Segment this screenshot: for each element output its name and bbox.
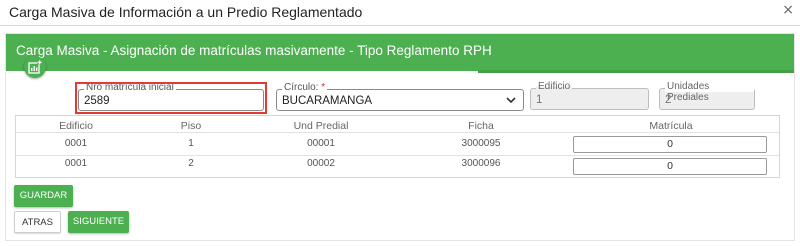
guardar-button[interactable]: GUARDAR — [14, 185, 73, 207]
matricula-input[interactable]: 0 — [573, 158, 767, 175]
header-progress-bar — [478, 70, 794, 73]
dialog: Carga Masiva de Información a un Predio … — [0, 0, 800, 246]
title-divider — [0, 25, 800, 26]
cell-ficha: 3000095 — [461, 138, 501, 149]
header-divider — [16, 132, 779, 133]
row-divider — [16, 155, 779, 156]
circulo-label: Círculo: * — [282, 82, 328, 93]
cell-piso: 1 — [188, 138, 194, 149]
required-mark: * — [321, 82, 326, 93]
chart-add-icon[interactable] — [24, 56, 46, 78]
close-icon[interactable]: × — [782, 2, 794, 18]
panel-header: Carga Masiva - Asignación de matrículas … — [6, 34, 794, 71]
col-header-matricula: Matrícula — [649, 120, 693, 132]
cell-piso: 2 — [188, 158, 194, 169]
circulo-select[interactable]: Círculo: * BUCARAMANGA — [276, 82, 524, 111]
unidades-value: 2 — [665, 94, 672, 106]
cell-und-predial: 00001 — [307, 138, 335, 149]
cell-edificio: 0001 — [64, 158, 88, 169]
chevron-down-icon[interactable] — [505, 94, 517, 109]
cell-edificio: 0001 — [64, 138, 88, 149]
highlight-box — [75, 82, 267, 114]
unidades-field: Unidades Prediales 2 — [659, 81, 755, 110]
col-header-edificio: Edificio — [59, 120, 93, 132]
col-header-ficha: Ficha — [468, 120, 494, 132]
edificio-label: Edificio — [536, 81, 573, 92]
matricula-input[interactable]: 0 — [573, 136, 767, 153]
cell-ficha: 3000096 — [461, 158, 501, 169]
circulo-value: BUCARAMANGA — [282, 95, 373, 107]
atras-button[interactable]: ATRAS — [14, 211, 61, 233]
dialog-title: Carga Masiva de Información a un Predio … — [9, 4, 363, 20]
edificio-field: Edificio 1 — [530, 81, 649, 110]
unidades-label: Unidades Prediales — [665, 81, 754, 103]
units-table: Edificio Piso Und Predial Ficha Matrícul… — [15, 115, 780, 178]
cell-und-predial: 00002 — [307, 158, 335, 169]
siguiente-button[interactable]: SIGUIENTE — [68, 211, 129, 233]
col-header-piso: Piso — [180, 120, 202, 132]
col-header-und-predial: Und Predial — [293, 120, 349, 132]
edificio-value: 1 — [536, 94, 543, 106]
panel-header-title: Carga Masiva - Asignación de matrículas … — [16, 43, 492, 58]
